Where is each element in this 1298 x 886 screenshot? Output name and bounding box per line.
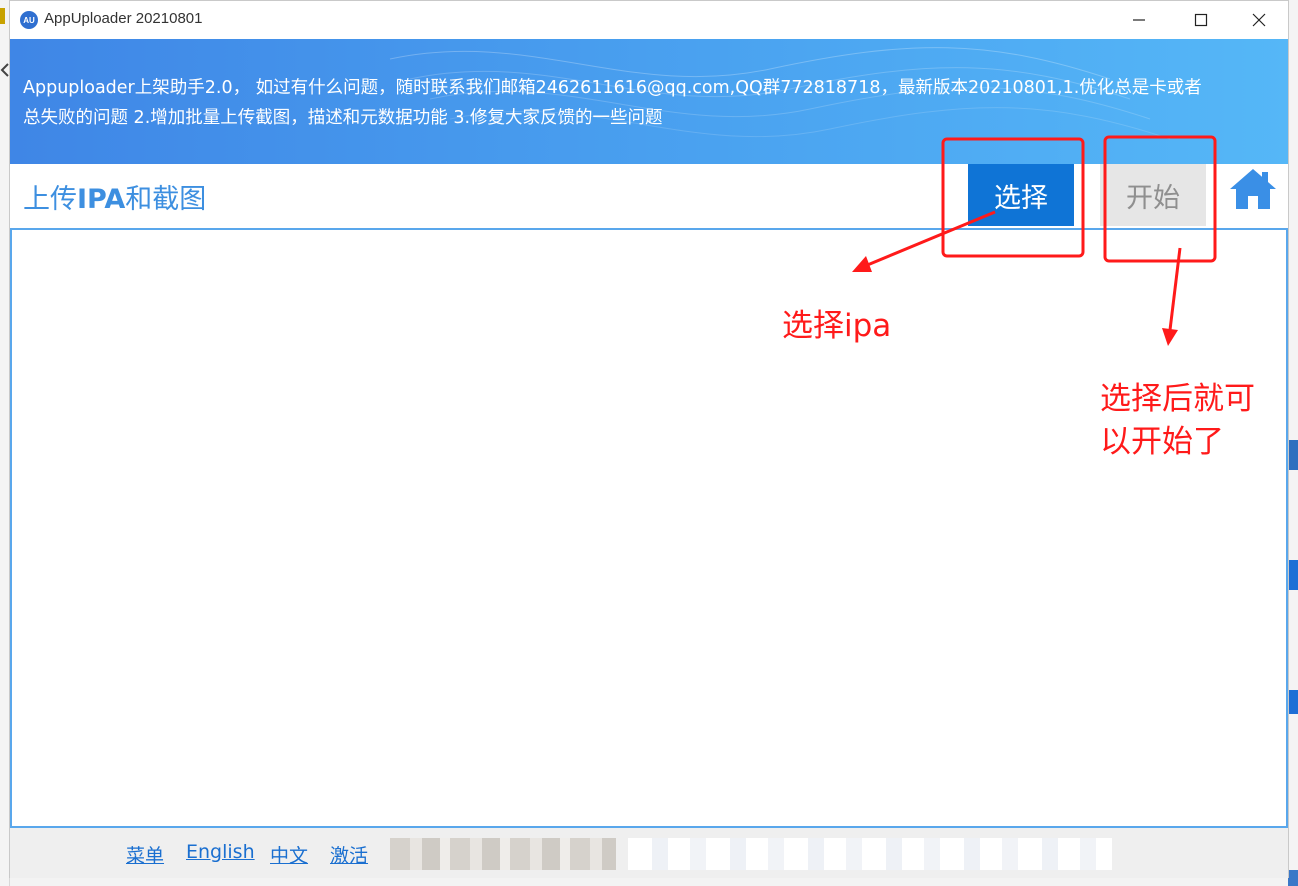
start-button[interactable]: 开始 (1100, 164, 1206, 226)
banner-message: Appuploader上架助手2.0， 如过有什么问题，随时联系我们邮箱2462… (23, 73, 1278, 133)
footer-bar: 菜单 English 中文 激活 (10, 828, 1288, 878)
home-icon[interactable] (1228, 166, 1278, 212)
app-window: AU AppUploader 20210801 Appuploader上架助手2… (9, 0, 1289, 878)
footer-link-english[interactable]: English (186, 841, 255, 863)
background-block (1288, 560, 1298, 590)
banner-line-2: 总失败的问题 2.增加批量上传截图，描述和元数据功能 3.修复大家反馈的一些问题 (23, 108, 663, 128)
window-title: AppUploader 20210801 (44, 10, 203, 27)
back-arrow-icon (0, 63, 9, 77)
page-title-suffix: 和截图 (125, 184, 207, 215)
maximize-icon (1194, 13, 1208, 27)
page-title-bold: IPA (77, 184, 126, 215)
select-button[interactable]: 选择 (968, 164, 1074, 226)
background-block (1288, 690, 1298, 714)
toolbar: 上传IPA和截图 选择 开始 (10, 164, 1288, 228)
maximize-button[interactable] (1178, 1, 1224, 39)
minimize-icon (1133, 19, 1145, 21)
footer-link-menu[interactable]: 菜单 (126, 841, 164, 868)
redacted-info (390, 838, 616, 870)
annotation-select-ipa: 选择ipa (782, 308, 892, 344)
close-button[interactable] (1236, 1, 1282, 39)
app-logo-icon: AU (20, 11, 38, 29)
title-bar: AU AppUploader 20210801 (10, 1, 1288, 39)
redacted-info (628, 838, 1112, 870)
background-right-strip (1288, 0, 1298, 886)
page-title-prefix: 上传 (23, 184, 77, 215)
minimize-button[interactable] (1116, 1, 1162, 39)
footer-link-activate[interactable]: 激活 (330, 841, 368, 868)
page-title: 上传IPA和截图 (23, 177, 206, 216)
background-block (1288, 870, 1298, 886)
annotation-start-line-1: 选择后就可 (1100, 381, 1255, 417)
background-block (1288, 440, 1298, 470)
notice-banner: Appuploader上架助手2.0， 如过有什么问题，随时联系我们邮箱2462… (10, 39, 1288, 164)
file-drop-area[interactable] (10, 228, 1288, 828)
annotation-start-line-2: 以开始了 (1100, 424, 1224, 460)
background-app-stripe (0, 8, 5, 24)
footer-link-chinese[interactable]: 中文 (270, 841, 308, 868)
close-icon (1252, 13, 1266, 27)
banner-line-1: Appuploader上架助手2.0， 如过有什么问题，随时联系我们邮箱2462… (23, 78, 1202, 98)
